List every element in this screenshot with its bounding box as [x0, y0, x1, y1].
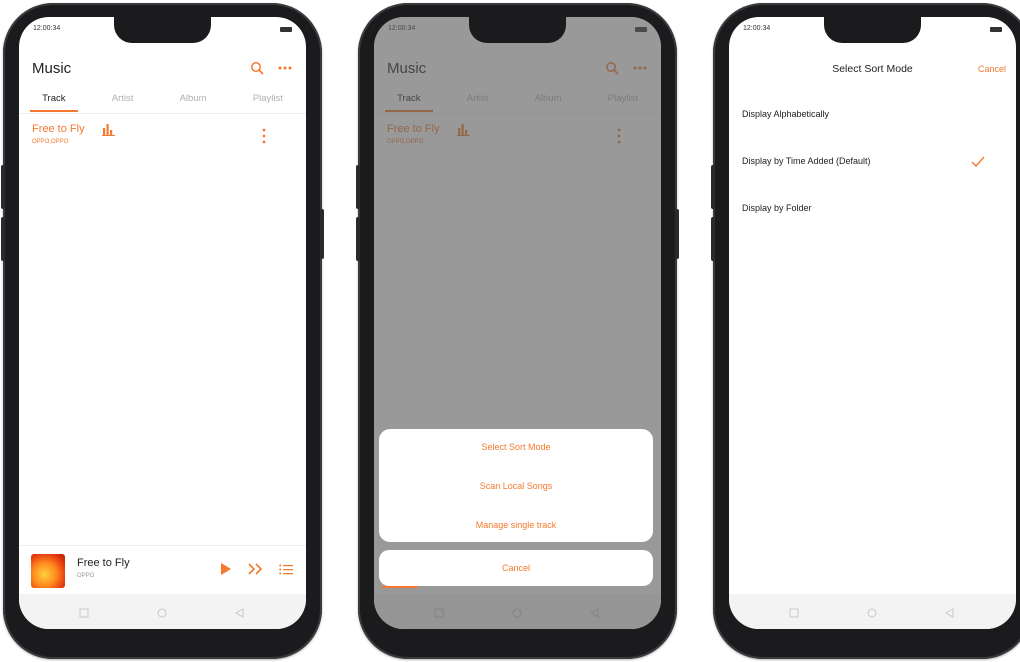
- volume-button: [711, 165, 715, 209]
- menu-select-sort-mode[interactable]: Select Sort Mode: [379, 442, 653, 452]
- tab-bar: Track Artist Album Playlist: [19, 93, 306, 115]
- progress-indicator: [382, 586, 418, 588]
- volume-button: [1, 165, 5, 209]
- power-button: [320, 209, 324, 259]
- next-icon[interactable]: [247, 562, 265, 576]
- menu-manage-single-track[interactable]: Manage single track: [379, 520, 653, 530]
- notch: [114, 17, 211, 43]
- phone-sort-mode: 12:00:34 Select Sort Mode Cancel Display…: [711, 3, 1020, 659]
- volume-button: [356, 165, 360, 209]
- status-time: 12:00:34: [33, 25, 61, 32]
- cancel-button[interactable]: Cancel: [379, 550, 653, 586]
- search-icon[interactable]: [248, 59, 266, 77]
- nav-back-icon[interactable]: [944, 605, 955, 618]
- screen: 12:00:34 Music Track Artist Album Playli…: [374, 17, 661, 629]
- player-title: Free to Fly: [77, 557, 130, 569]
- power-button: [675, 209, 679, 259]
- track-title: Free to Fly: [32, 123, 85, 135]
- volume-button: [356, 217, 360, 261]
- screen: 12:00:34 Select Sort Mode Cancel Display…: [729, 17, 1016, 629]
- page-title: Select Sort Mode: [832, 63, 913, 75]
- option-by-folder[interactable]: Display by Folder: [742, 203, 812, 213]
- nav-home-icon[interactable]: [867, 605, 877, 618]
- kebab-icon[interactable]: [259, 127, 269, 145]
- navigation-bar: [729, 594, 1016, 629]
- player-artist: OPPO: [77, 573, 95, 579]
- nav-home-icon[interactable]: [157, 605, 167, 618]
- notch: [469, 17, 566, 43]
- menu-scan-local-songs[interactable]: Scan Local Songs: [379, 481, 653, 491]
- phone-action-sheet: 12:00:34 Music Track Artist Album Playli…: [356, 3, 679, 659]
- screen: 12:00:34 Music Track Artist Album Playli…: [19, 17, 306, 629]
- tab-playlist[interactable]: Playlist: [249, 93, 287, 104]
- volume-button: [1, 217, 5, 261]
- status-time: 12:00:34: [743, 25, 771, 32]
- tab-artist[interactable]: Artist: [108, 93, 138, 104]
- nav-recents-icon[interactable]: [789, 605, 799, 618]
- playlist-icon[interactable]: [278, 562, 294, 576]
- battery-icon: [280, 27, 292, 32]
- tab-track[interactable]: Track: [30, 93, 79, 112]
- track-artist: OPPO,OPPO: [32, 139, 69, 145]
- app-title: Music: [32, 60, 72, 77]
- nav-back-icon[interactable]: [234, 605, 245, 618]
- equalizer-icon: [102, 123, 116, 136]
- option-alphabetical[interactable]: Display Alphabetically: [742, 109, 829, 119]
- divider: [19, 113, 306, 114]
- cancel-link[interactable]: Cancel: [978, 64, 1006, 74]
- mini-player[interactable]: Free to Fly OPPO: [19, 545, 306, 595]
- action-sheet: Select Sort Mode Scan Local Songs Manage…: [379, 429, 653, 542]
- album-cover: [31, 554, 65, 588]
- notch: [824, 17, 921, 43]
- option-time-added[interactable]: Display by Time Added (Default): [742, 156, 871, 166]
- nav-recents-icon[interactable]: [79, 605, 89, 618]
- play-icon[interactable]: [219, 562, 233, 576]
- navigation-bar: [19, 594, 306, 629]
- volume-button: [711, 217, 715, 261]
- phone-music-list: 12:00:34 Music Track Artist Album Playli…: [1, 3, 324, 659]
- battery-icon: [990, 27, 1002, 32]
- more-icon[interactable]: [276, 59, 294, 77]
- checkmark-icon: [971, 154, 985, 168]
- tab-album[interactable]: Album: [176, 93, 211, 104]
